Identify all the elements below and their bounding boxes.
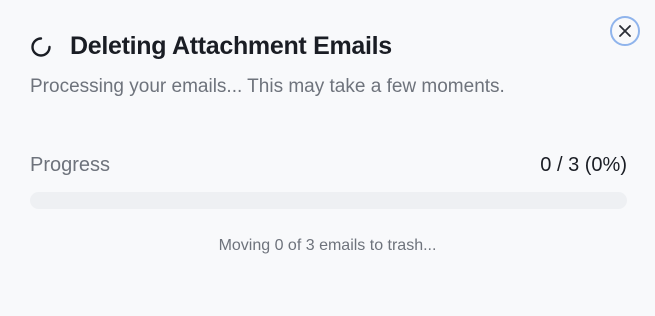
dialog-header: Deleting Attachment Emails [30, 32, 392, 61]
dialog-title: Deleting Attachment Emails [70, 32, 392, 60]
delete-progress-dialog: Deleting Attachment Emails Processing yo… [0, 0, 655, 316]
progress-count: 0 / 3 (0%) [540, 154, 627, 176]
progress-bar [30, 192, 627, 209]
spinner-icon [30, 36, 52, 58]
close-button[interactable] [610, 16, 640, 46]
status-message: Moving 0 of 3 emails to trash... [218, 237, 437, 254]
dialog-subtitle: Processing your emails... This may take … [30, 76, 505, 97]
progress-label: Progress [30, 154, 111, 176]
close-icon [618, 24, 632, 38]
